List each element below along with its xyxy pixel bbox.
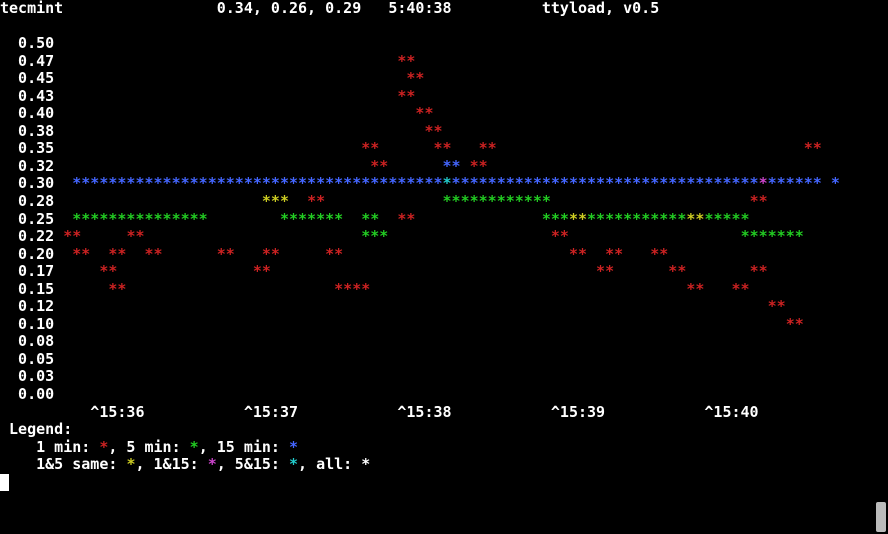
plot-point: * [759, 174, 768, 192]
plot-point: ** [786, 315, 804, 333]
y-tick: 0.10 [0, 315, 63, 333]
plot-point: * [831, 174, 840, 192]
plot-point: ** [397, 52, 415, 70]
plot-point: * [443, 174, 452, 192]
plot-point: ** [217, 245, 235, 263]
plot-point: ** [325, 245, 343, 263]
y-tick: 0.47 [0, 52, 63, 70]
plot-point: ** [415, 104, 433, 122]
plot-point: ** [650, 245, 668, 263]
plot-point: ** [750, 192, 768, 210]
plot-point: ** [397, 87, 415, 105]
header-line: tecmint 0.34, 0.26, 0.29 5:40:38 ttyload… [0, 0, 659, 17]
plot-point: ** [443, 157, 461, 175]
plot-point: ** [72, 245, 90, 263]
plot-point: ** [750, 262, 768, 280]
plot-point: *** [361, 227, 388, 245]
y-tick: 0.22 [0, 227, 63, 245]
plot-point: ** [605, 245, 623, 263]
plot-point: ** [596, 262, 614, 280]
y-tick: 0.20 [0, 245, 63, 263]
plot-point: ** [479, 139, 497, 157]
plot-point: ** [668, 262, 686, 280]
y-tick: 0.32 [0, 157, 63, 175]
plot-point: ** [569, 210, 587, 228]
y-tick: 0.25 [0, 210, 63, 228]
plot-point: ****************************************… [72, 174, 442, 192]
plot-point: ** [370, 157, 388, 175]
plot-point: ** [551, 227, 569, 245]
plot-point: ************ [443, 192, 551, 210]
plot-point: ** [804, 139, 822, 157]
y-tick: 0.50 [0, 34, 63, 52]
y-tick: 0.12 [0, 297, 63, 315]
plot-point: *** [542, 210, 569, 228]
plot-point: ** [470, 157, 488, 175]
plot-point: ** [397, 210, 415, 228]
plot-point: ** [361, 139, 379, 157]
plot-point: ** [686, 280, 704, 298]
y-tick: 0.45 [0, 69, 63, 87]
terminal-cursor [0, 474, 9, 491]
plot-point: **** [334, 280, 370, 298]
terminal-scrollbar[interactable] [874, 0, 888, 534]
y-tick: 0.28 [0, 192, 63, 210]
plot-point: *********** [587, 210, 686, 228]
plot-point: ** [262, 245, 280, 263]
plot-point: *************** [72, 210, 207, 228]
y-tick: 0.38 [0, 122, 63, 140]
plot-point: ** [108, 245, 126, 263]
plot-point: ** [732, 280, 750, 298]
y-tick: 0.35 [0, 139, 63, 157]
y-tick: 0.05 [0, 350, 63, 368]
plot-point: ** [99, 262, 117, 280]
plot-point: ** [433, 139, 451, 157]
plot-point: ** [145, 245, 163, 263]
plot-point: ** [108, 280, 126, 298]
y-tick: 0.40 [0, 104, 63, 122]
y-tick: 0.00 [0, 385, 63, 403]
plot-point: ** [768, 297, 786, 315]
x-axis: ^15:36 ^15:37 ^15:38 ^15:39 ^15:40 [0, 403, 759, 421]
y-tick: 0.03 [0, 367, 63, 385]
plot-point: ** [361, 210, 379, 228]
plot-point: ******* [741, 227, 804, 245]
plot-point: ******* [280, 210, 343, 228]
plot-point: ** [253, 262, 271, 280]
plot-point: ** [406, 69, 424, 87]
ttyload-terminal: tecmint 0.34, 0.26, 0.29 5:40:38 ttyload… [0, 0, 888, 491]
plot-point: ** [307, 192, 325, 210]
plot-point: ** [126, 227, 144, 245]
legend-title: Legend: [9, 420, 72, 438]
plot-point: *** [262, 192, 289, 210]
y-tick: 0.17 [0, 262, 63, 280]
plot-point: ** [63, 227, 81, 245]
plot-point: ** [424, 122, 442, 140]
scrollbar-thumb[interactable] [876, 502, 886, 532]
y-tick: 0.08 [0, 332, 63, 350]
y-tick: 0.15 [0, 280, 63, 298]
plot-point: ** [569, 245, 587, 263]
plot-point: ***** [704, 210, 749, 228]
y-tick: 0.30 [0, 174, 63, 192]
plot-point: ********************************** [452, 174, 759, 192]
plot-point: ** [686, 210, 704, 228]
plot-point: ****** [768, 174, 822, 192]
y-tick: 0.43 [0, 87, 63, 105]
